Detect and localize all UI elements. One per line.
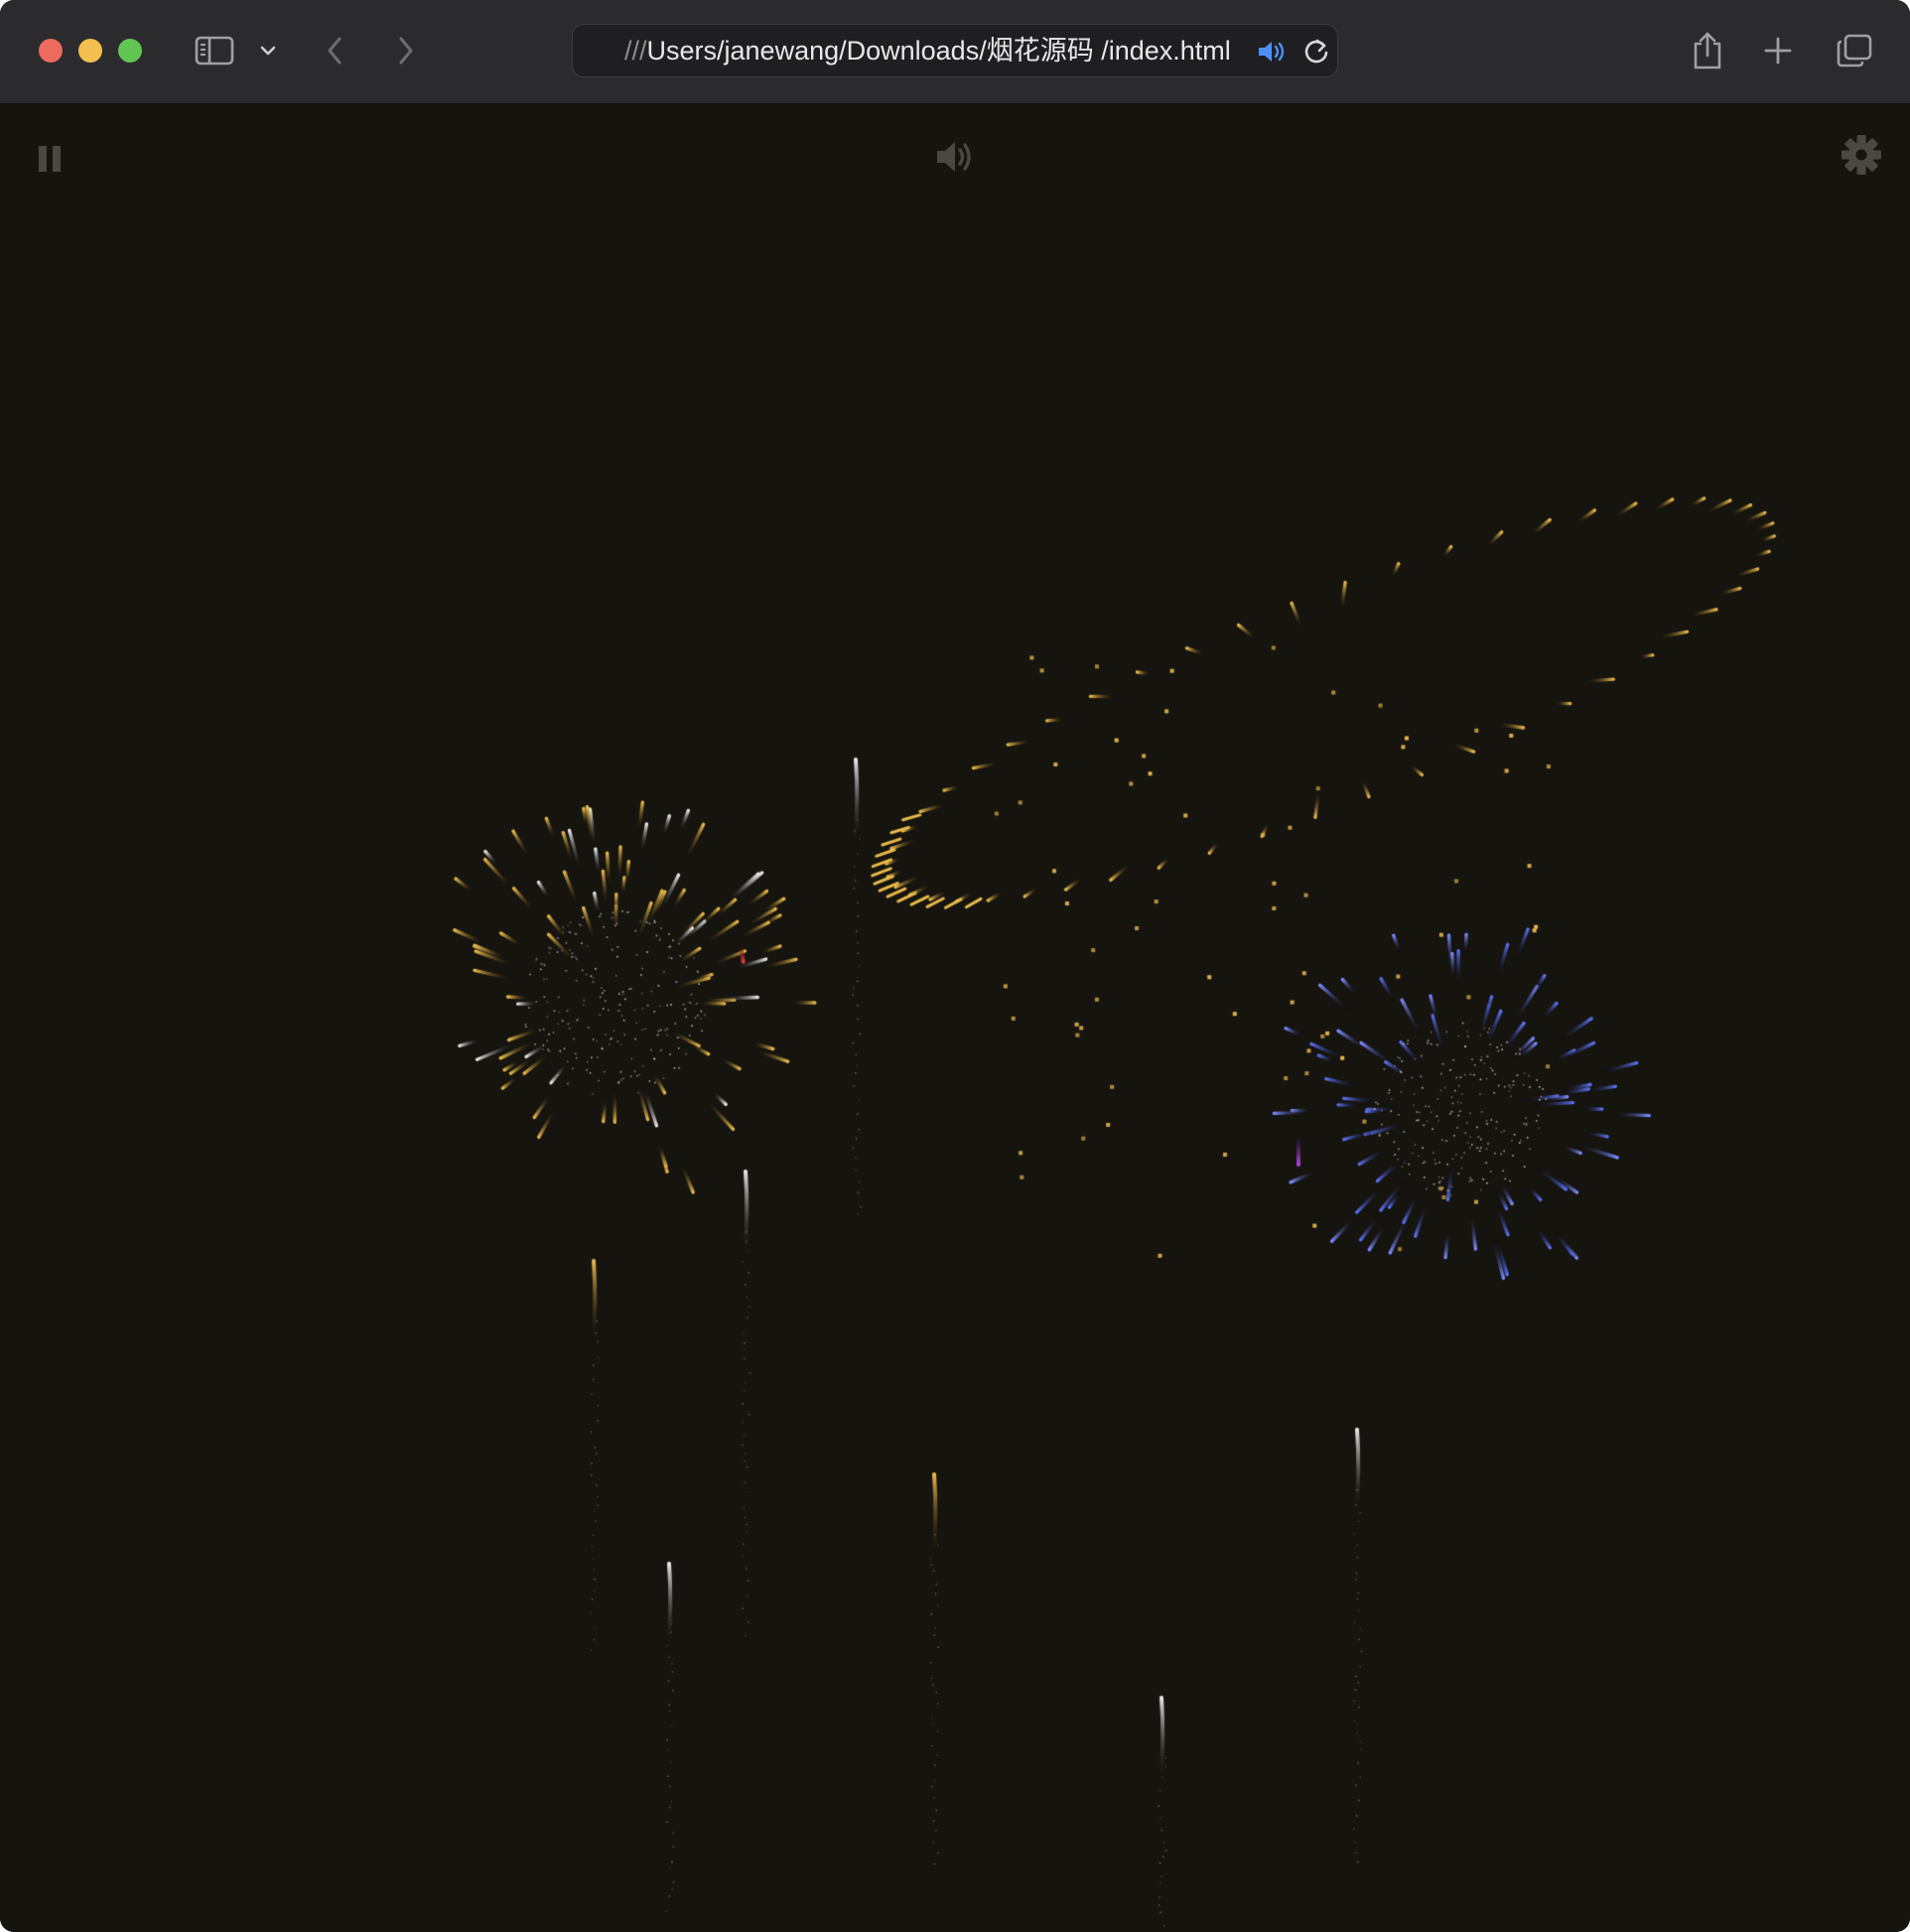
pause-button[interactable] xyxy=(34,140,66,178)
fireworks-page[interactable] xyxy=(0,104,1910,1932)
share-button[interactable] xyxy=(1688,26,1727,75)
share-icon xyxy=(1694,32,1721,69)
url-prefix: /// xyxy=(624,36,647,66)
url-path: Users/janewang/Downloads/烟花源码 /index.htm… xyxy=(646,36,1231,66)
minimize-window-button[interactable] xyxy=(78,39,102,63)
gear-icon xyxy=(1842,135,1881,175)
sidebar-toggle-button[interactable] xyxy=(193,26,236,75)
speaker-icon xyxy=(937,142,971,172)
back-arrow-icon xyxy=(328,37,341,65)
new-tab-button[interactable] xyxy=(1761,26,1795,75)
chevron-down-icon xyxy=(260,46,276,56)
address-bar[interactable]: ///Users/janewang/Downloads/烟花源码 /index.… xyxy=(572,24,1338,77)
tab-group-menu-button[interactable] xyxy=(256,26,280,75)
sidebar-icon xyxy=(195,36,234,66)
speaker-playing-icon[interactable] xyxy=(1256,37,1286,67)
url-text[interactable]: ///Users/janewang/Downloads/烟花源码 /index.… xyxy=(624,25,1231,76)
forward-arrow-icon xyxy=(399,37,413,65)
title-bar: ///Users/janewang/Downloads/烟花源码 /index.… xyxy=(0,0,1910,104)
tab-overview-icon xyxy=(1837,34,1872,68)
browser-window: ///Users/janewang/Downloads/烟花源码 /index.… xyxy=(0,0,1910,1932)
zoom-window-button[interactable] xyxy=(118,39,142,63)
close-window-button[interactable] xyxy=(39,39,63,63)
settings-button[interactable] xyxy=(1839,132,1884,178)
pause-icon xyxy=(39,146,61,172)
back-button[interactable] xyxy=(320,26,349,75)
reload-icon[interactable] xyxy=(1301,37,1331,67)
plus-icon xyxy=(1764,37,1792,65)
tab-overview-button[interactable] xyxy=(1835,26,1874,75)
forward-button[interactable] xyxy=(391,26,421,75)
sound-toggle-button[interactable] xyxy=(933,134,977,180)
fireworks-canvas[interactable] xyxy=(0,104,1910,1932)
